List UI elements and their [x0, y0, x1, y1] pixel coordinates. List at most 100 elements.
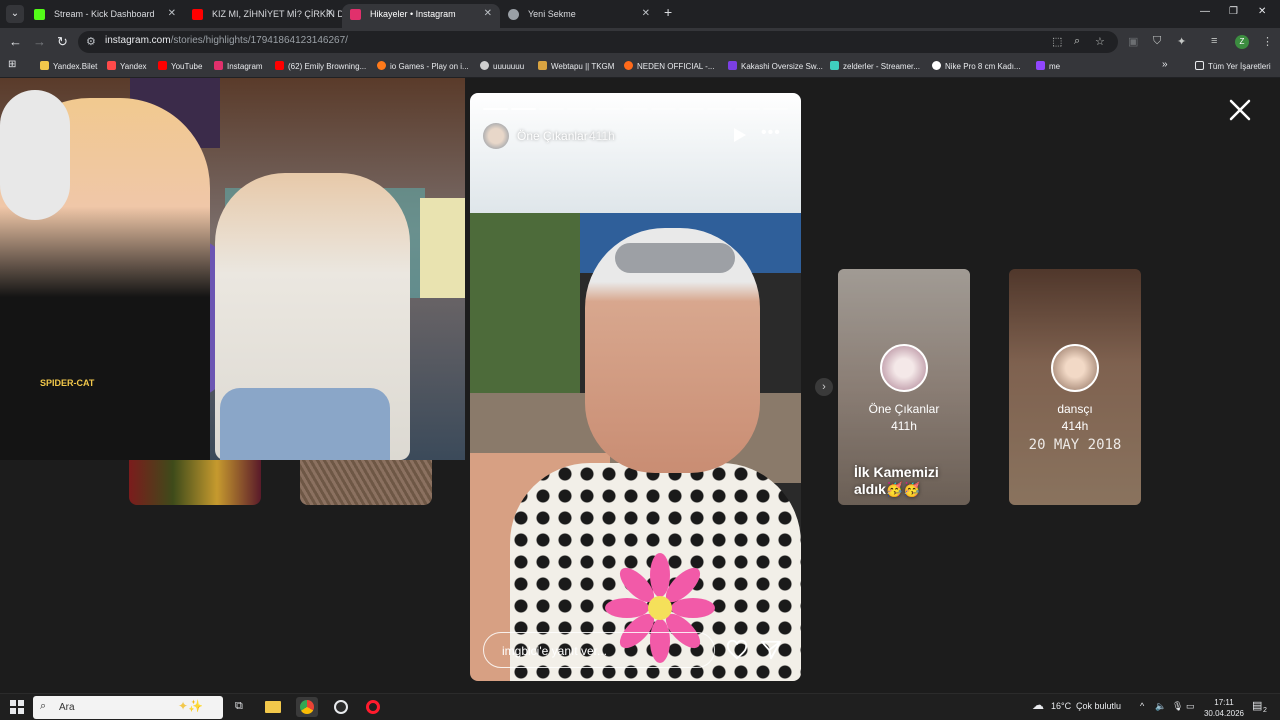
task-view-icon[interactable]: ⧉	[229, 697, 251, 717]
next-story-preview[interactable]: dansçı 414h 20 MAY 2018	[1009, 269, 1141, 505]
bookmark-label: Instagram	[227, 62, 263, 71]
url-path: /stories/highlights/17941864123146267/	[170, 35, 348, 46]
bookmark-favicon-icon	[932, 61, 941, 70]
search-icon: ⌕	[40, 700, 47, 712]
tab-search-button[interactable]: ⌄	[6, 5, 24, 23]
bookmark-kakashi[interactable]: Kakashi Oversize Sw...	[728, 61, 823, 71]
extension-disabled-icon[interactable]: ▣	[1128, 35, 1138, 48]
play-icon[interactable]	[733, 127, 747, 143]
taskbar-search-box[interactable]: ⌕ Ara ✦✨	[33, 696, 223, 719]
story-avatar[interactable]	[483, 123, 509, 149]
story-reply-input[interactable]: imgblci'e yanıt ver...	[483, 632, 715, 668]
new-tab-button[interactable]: +	[664, 4, 672, 20]
preview-timestamp: 414h	[1061, 419, 1089, 433]
shield-icon[interactable]: ⛉	[1153, 35, 1161, 48]
weather-icon[interactable]: ☁	[1032, 698, 1044, 712]
instagram-favicon-icon	[350, 9, 361, 20]
story-progress-segment	[567, 108, 592, 110]
system-clock[interactable]: 17:11 30.04.2026	[1202, 697, 1246, 719]
bookmark-favicon-icon	[40, 61, 49, 70]
bookmark-label: Yandex	[120, 62, 147, 71]
previous-story-thumbnail[interactable]	[300, 460, 432, 505]
bookmark-label: Kakashi Oversize Sw...	[741, 62, 823, 71]
bookmark-emily-browning[interactable]: (62) Emily Browning...	[275, 61, 366, 71]
send-share-icon[interactable]	[760, 639, 782, 661]
bookmark-youtube[interactable]: YouTube	[158, 61, 202, 71]
all-bookmarks-folder[interactable]: Tüm Yer İşaretleri	[1195, 61, 1271, 71]
tab-new-tab[interactable]: Yeni Sekme ✕	[500, 4, 658, 28]
media-control-icon[interactable]: ≡	[1211, 35, 1217, 47]
tab-close-icon[interactable]: ✕	[484, 4, 492, 24]
preview-caption: İlk Kamemizi aldık🥳🥳	[854, 464, 939, 497]
bookmark-yandex[interactable]: Yandex	[107, 61, 147, 71]
bookmark-neden-official[interactable]: NEDEN OFFICIAL -...	[624, 61, 715, 71]
menu-kebab-icon[interactable]: ⋮	[1262, 35, 1273, 48]
bookmark-favicon-icon	[538, 61, 547, 70]
bookmark-yandex-bilet[interactable]: Yandex.Bilet	[40, 61, 97, 71]
bookmark-favicon-icon	[275, 61, 284, 70]
more-options-icon[interactable]: •••	[761, 124, 781, 142]
address-bar[interactable]: ⚙ instagram.com/stories/highlights/17941…	[78, 31, 1118, 53]
preview-avatar	[1051, 344, 1099, 392]
restore-icon[interactable]: ❐	[1229, 6, 1238, 17]
apps-grid-icon[interactable]: ⊞	[8, 59, 16, 70]
all-bookmarks-label: Tüm Yer İşaretleri	[1208, 62, 1271, 71]
profile-avatar[interactable]: Z	[1235, 35, 1249, 49]
obs-taskbar-icon[interactable]	[330, 697, 352, 717]
bookmark-label: Nike Pro 8 cm Kadı...	[945, 62, 1021, 71]
tab-instagram-stories[interactable]: Hikayeler • Instagram ✕	[342, 4, 500, 28]
bookmark-uuuuuuu[interactable]: uuuuuuu	[480, 61, 524, 71]
forward-button[interactable]: →	[33, 34, 46, 49]
story-progress-segment	[679, 108, 704, 110]
bookmark-star-icon[interactable]: ☆	[1095, 35, 1105, 48]
extensions-puzzle-icon[interactable]: ✦	[1177, 35, 1186, 48]
like-heart-icon[interactable]	[726, 639, 748, 661]
bookmark-webtapu[interactable]: Webtapu || TKGM	[538, 61, 614, 71]
install-app-icon[interactable]: ⬚	[1052, 35, 1062, 48]
story-progress-segment	[651, 108, 676, 110]
story-progress-segment	[707, 108, 732, 110]
reload-button[interactable]: ↻	[57, 34, 68, 50]
notification-icon[interactable]: ▤	[1252, 699, 1262, 712]
windows-start-icon[interactable]	[10, 700, 24, 714]
file-explorer-icon[interactable]	[262, 697, 284, 717]
preview-avatar	[880, 344, 928, 392]
bookmarks-overflow-button[interactable]: »	[1162, 59, 1168, 70]
tab-kick-dashboard[interactable]: Stream - Kick Dashboard ✕	[26, 4, 184, 28]
weather-condition[interactable]: Çok bulutlu	[1076, 701, 1121, 711]
tab-close-icon[interactable]: ✕	[642, 4, 650, 24]
bookmark-io-games[interactable]: io Games - Play on i...	[377, 61, 469, 71]
preview-date: 20 MAY 2018	[1028, 437, 1122, 453]
tray-expand-icon[interactable]: ^	[1140, 701, 1144, 711]
minimize-icon[interactable]: —	[1200, 6, 1210, 17]
next-story-arrow-icon[interactable]: ›	[815, 378, 833, 396]
tab-close-icon[interactable]: ✕	[326, 4, 334, 24]
story-card[interactable]: Öne Çıkanlar 411h ••• imgblci'e yanıt ve…	[470, 93, 801, 681]
close-viewer-icon[interactable]	[1228, 98, 1252, 122]
bookmark-favicon-icon	[1036, 61, 1045, 70]
network-icon[interactable]: ▭	[1186, 701, 1195, 712]
bookmark-zelderler[interactable]: zelderler - Streamer...	[830, 61, 920, 71]
wall-drawing	[420, 198, 465, 298]
preview-username: Öne Çıkanlar	[868, 402, 940, 416]
tab-youtube-video[interactable]: KIZ MI, ZİHNİYET Mİ? ÇİRKİN D ✕	[184, 4, 342, 28]
zoom-icon[interactable]: ⌕	[1074, 35, 1080, 48]
bookmark-nike-pro[interactable]: Nike Pro 8 cm Kadı...	[932, 61, 1021, 71]
opera-taskbar-icon[interactable]	[362, 697, 384, 717]
tab-close-icon[interactable]: ✕	[168, 4, 176, 24]
microphone-icon[interactable]: 🎙	[1172, 701, 1183, 712]
folder-icon	[1195, 61, 1204, 70]
bookmark-label: (62) Emily Browning...	[288, 62, 367, 71]
bookmark-instagram[interactable]: Instagram	[214, 61, 263, 71]
bookmark-me[interactable]: me	[1036, 61, 1060, 71]
next-story-preview[interactable]: Öne Çıkanlar 411h İlk Kamemizi aldık🥳🥳	[838, 269, 970, 505]
back-button[interactable]: ←	[9, 34, 22, 49]
weather-temp[interactable]: 16°C	[1051, 701, 1071, 711]
previous-story-thumbnail[interactable]	[129, 460, 261, 505]
chrome-taskbar-icon[interactable]	[296, 697, 318, 717]
story-username[interactable]: Öne Çıkanlar	[517, 129, 588, 143]
bookmark-label: YouTube	[171, 62, 203, 71]
volume-icon[interactable]: 🔈	[1155, 701, 1166, 712]
window-close-icon[interactable]: ✕	[1258, 6, 1266, 17]
site-info-icon[interactable]: ⚙	[86, 35, 96, 48]
